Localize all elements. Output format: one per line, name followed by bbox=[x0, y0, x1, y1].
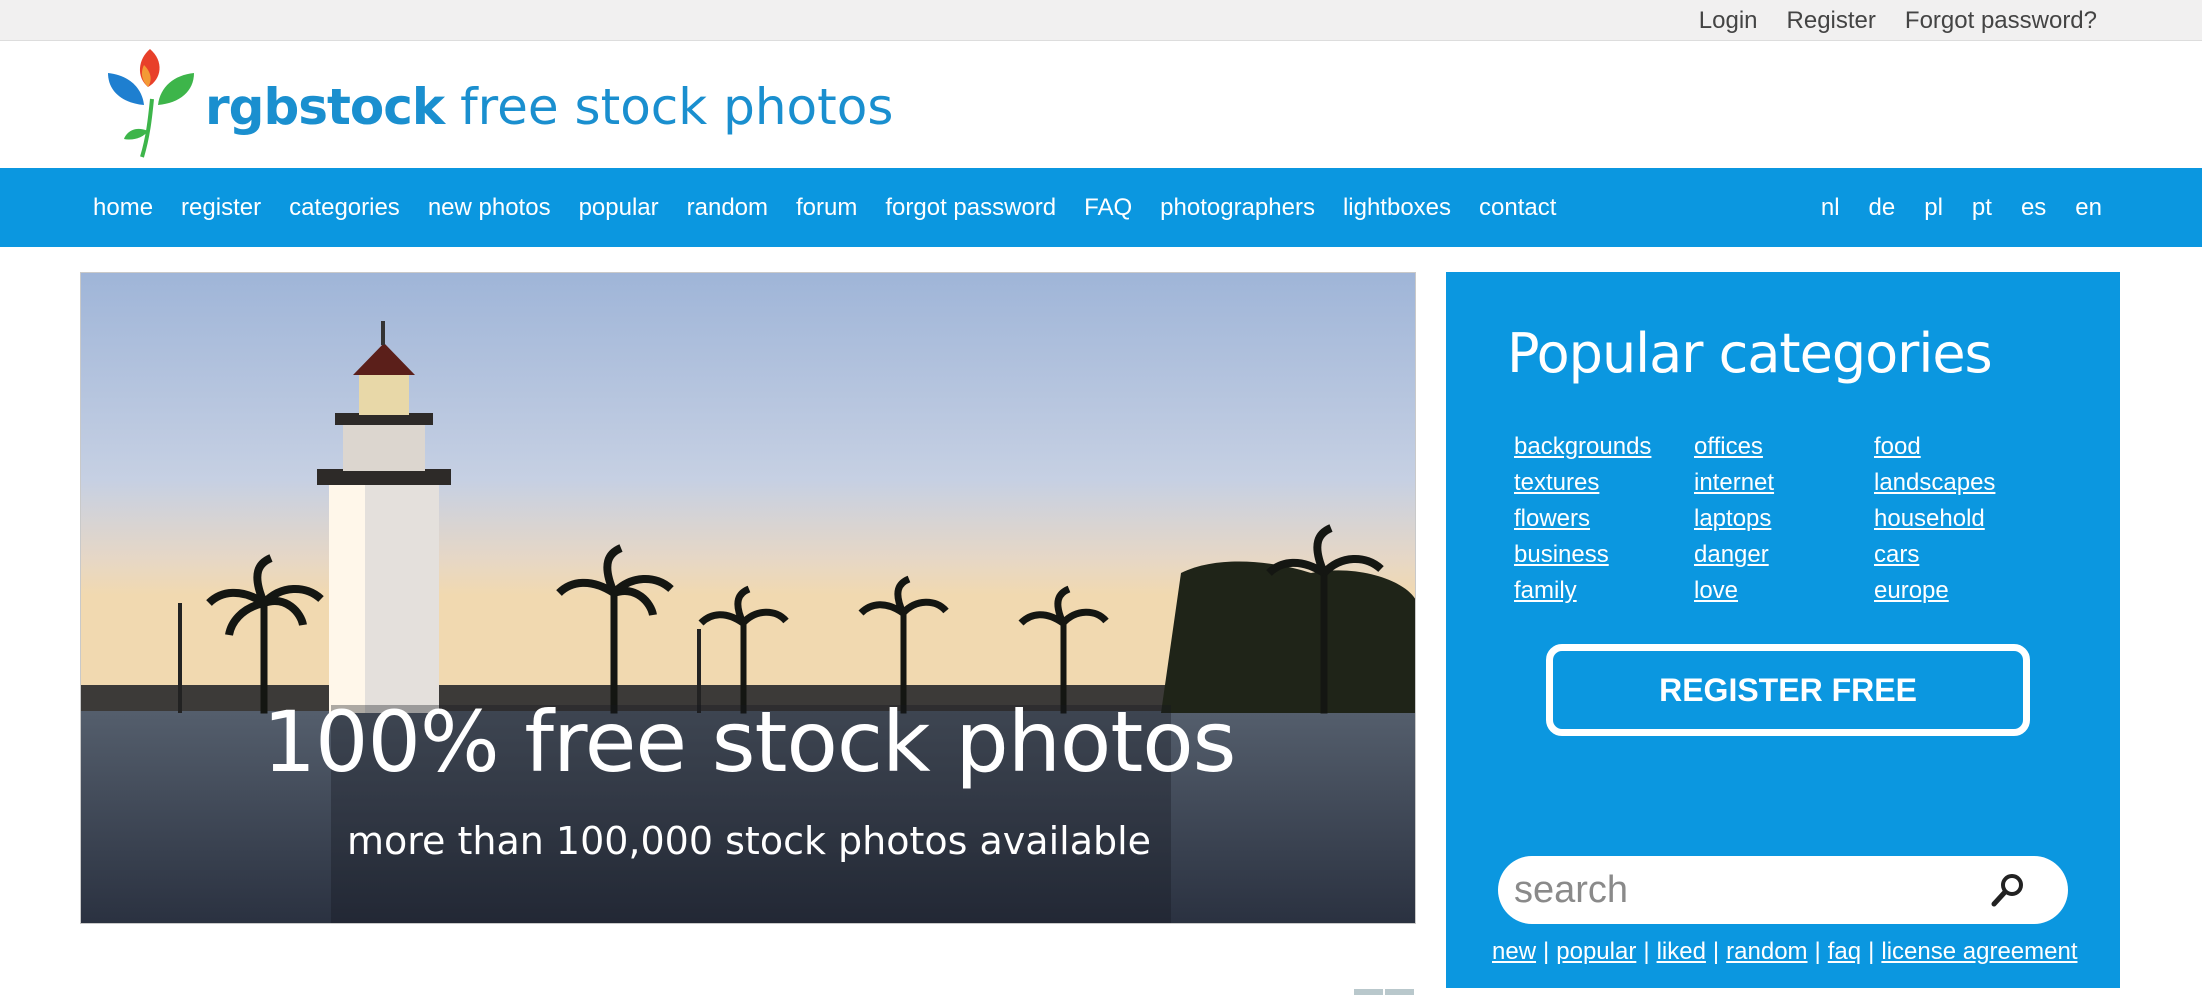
site-header: rgbstock free stock photos bbox=[0, 41, 2202, 168]
top-utility-bar: Login Register Forgot password? bbox=[0, 0, 2202, 41]
lang-de[interactable]: de bbox=[1869, 194, 1896, 222]
category-link[interactable]: textures bbox=[1514, 465, 1694, 501]
category-link[interactable]: europe bbox=[1874, 573, 2054, 609]
logo-brand: rgbstock bbox=[205, 78, 445, 136]
lang-pt[interactable]: pt bbox=[1972, 194, 1992, 222]
forgot-password-link[interactable]: Forgot password? bbox=[1905, 7, 2097, 35]
hero-slide-thumbnails[interactable] bbox=[1354, 982, 1416, 995]
category-link[interactable]: internet bbox=[1694, 465, 1874, 501]
category-link[interactable]: flowers bbox=[1514, 501, 1694, 537]
category-link[interactable]: household bbox=[1874, 501, 2054, 537]
category-links: backgrounds offices food textures intern… bbox=[1514, 429, 2054, 609]
panel-title: Popular categories bbox=[1507, 322, 1993, 385]
lang-nl[interactable]: nl bbox=[1821, 194, 1840, 222]
slide-thumbnail[interactable] bbox=[1354, 989, 1383, 995]
nav-menu: home register categories new photos popu… bbox=[93, 168, 1556, 247]
login-link[interactable]: Login bbox=[1699, 7, 1758, 35]
link-random[interactable]: random bbox=[1726, 938, 1807, 966]
hero-banner[interactable]: 100% free stock photos more than 100,000… bbox=[80, 272, 1416, 924]
lang-pl[interactable]: pl bbox=[1924, 194, 1943, 222]
footer-quick-links: new | popular | liked | random | faq | l… bbox=[1492, 938, 2082, 966]
separator: | bbox=[1543, 938, 1550, 965]
popular-categories-panel: Popular categories backgrounds offices f… bbox=[1446, 272, 2120, 988]
nav-register[interactable]: register bbox=[181, 194, 261, 222]
category-link[interactable]: cars bbox=[1874, 537, 2054, 573]
register-link[interactable]: Register bbox=[1787, 7, 1876, 35]
category-link[interactable]: backgrounds bbox=[1514, 429, 1694, 465]
language-switcher: nl de pl pt es en bbox=[1821, 168, 2102, 247]
nav-forgot-password[interactable]: forgot password bbox=[885, 194, 1056, 222]
slide-thumbnail[interactable] bbox=[1385, 989, 1414, 995]
link-license-agreement[interactable]: license agreement bbox=[1881, 938, 2077, 966]
logo-wordmark[interactable]: rgbstock free stock photos bbox=[205, 77, 893, 137]
link-faq[interactable]: faq bbox=[1828, 938, 1861, 966]
flower-logo-icon[interactable] bbox=[104, 47, 200, 159]
link-liked[interactable]: liked bbox=[1657, 938, 1706, 966]
account-links: Login Register Forgot password? bbox=[1699, 0, 2097, 41]
lang-es[interactable]: es bbox=[2021, 194, 2046, 222]
main-nav: home register categories new photos popu… bbox=[0, 168, 2202, 247]
category-link[interactable]: danger bbox=[1694, 537, 1874, 573]
hero-subtitle: more than 100,000 stock photos available bbox=[346, 819, 1152, 863]
category-link[interactable]: business bbox=[1514, 537, 1694, 573]
category-link[interactable]: food bbox=[1874, 429, 2054, 465]
nav-faq[interactable]: FAQ bbox=[1084, 194, 1132, 222]
nav-forum[interactable]: forum bbox=[796, 194, 857, 222]
separator: | bbox=[1643, 938, 1650, 965]
category-link[interactable]: love bbox=[1694, 573, 1874, 609]
nav-categories[interactable]: categories bbox=[289, 194, 400, 222]
separator: | bbox=[1712, 938, 1720, 965]
logo-tagline: free stock photos bbox=[460, 78, 894, 136]
separator: | bbox=[1814, 938, 1821, 965]
lang-en[interactable]: en bbox=[2075, 194, 2102, 222]
link-popular[interactable]: popular bbox=[1556, 938, 1636, 966]
search-box bbox=[1498, 856, 2068, 924]
nav-home[interactable]: home bbox=[93, 194, 153, 222]
category-link[interactable]: family bbox=[1514, 573, 1694, 609]
search-input[interactable] bbox=[1514, 864, 1984, 916]
nav-photographers[interactable]: photographers bbox=[1160, 194, 1315, 222]
separator: | bbox=[1868, 938, 1875, 965]
category-link[interactable]: laptops bbox=[1694, 501, 1874, 537]
category-link[interactable]: offices bbox=[1694, 429, 1874, 465]
nav-lightboxes[interactable]: lightboxes bbox=[1343, 194, 1451, 222]
register-free-button[interactable]: REGISTER FREE bbox=[1546, 644, 2030, 736]
search-icon[interactable] bbox=[1988, 870, 2028, 910]
link-new[interactable]: new bbox=[1492, 938, 1536, 966]
nav-random[interactable]: random bbox=[687, 194, 768, 222]
nav-new-photos[interactable]: new photos bbox=[428, 194, 551, 222]
nav-contact[interactable]: contact bbox=[1479, 194, 1556, 222]
nav-popular[interactable]: popular bbox=[579, 194, 659, 222]
category-link[interactable]: landscapes bbox=[1874, 465, 2054, 501]
hero-title: 100% free stock photos bbox=[262, 693, 1237, 791]
